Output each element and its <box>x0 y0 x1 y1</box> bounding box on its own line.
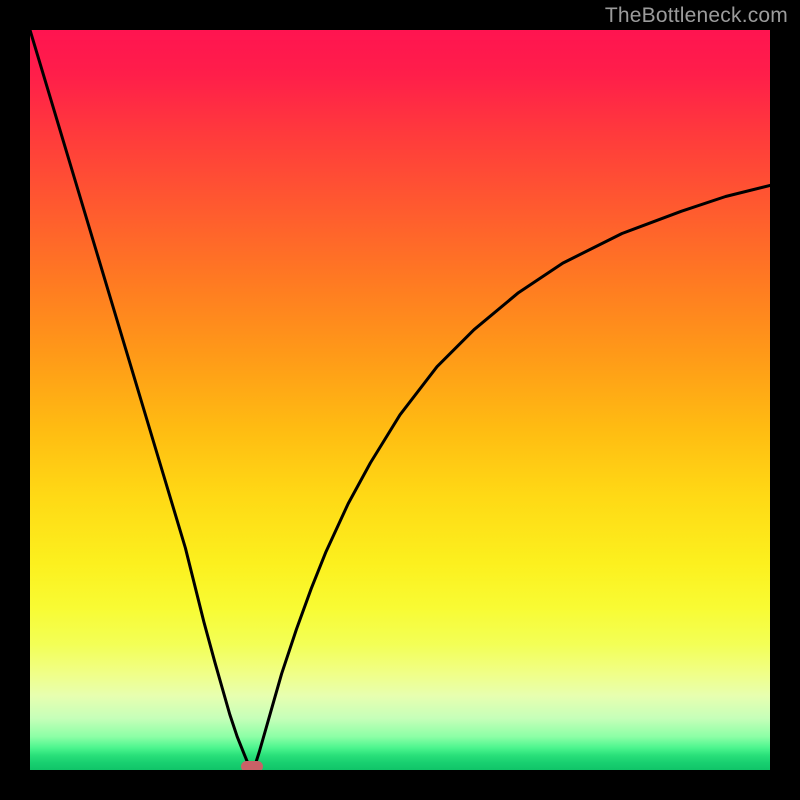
plot-area <box>30 30 770 770</box>
curve-path <box>30 30 770 768</box>
bottleneck-curve <box>30 30 770 770</box>
minimum-marker <box>241 761 263 770</box>
chart-frame: TheBottleneck.com <box>0 0 800 800</box>
watermark-text: TheBottleneck.com <box>605 4 788 28</box>
